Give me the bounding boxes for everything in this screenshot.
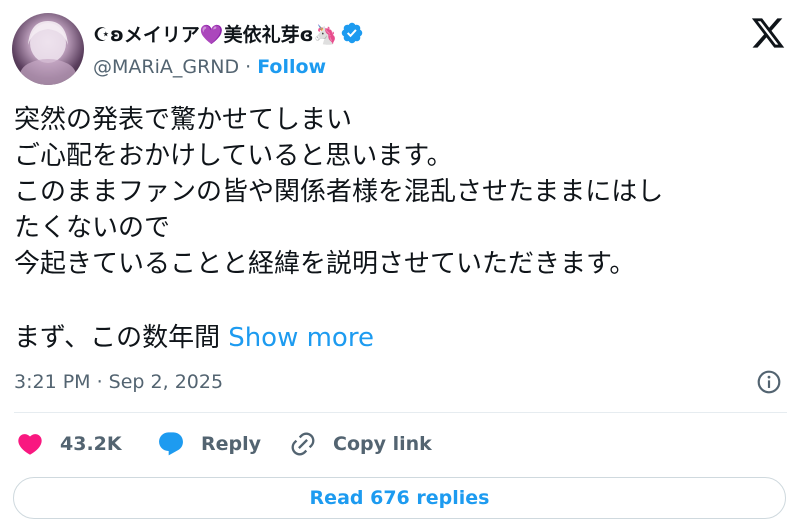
tweet-text: 突然の発表で驚かせてしまい ご心配をおかけしていると思います。 このままファンの…	[14, 105, 664, 279]
author-handle[interactable]: @MARiA_GRND	[93, 56, 239, 78]
author-display-name[interactable]: ☪ʚメイリア💜美依礼芽ɞ🦄	[93, 18, 364, 48]
read-replies-button[interactable]: Read 676 replies	[13, 477, 786, 519]
verified-badge-icon	[341, 22, 363, 44]
copy-link-label: Copy link	[333, 433, 432, 455]
avatar[interactable]	[12, 13, 84, 85]
show-more-link[interactable]: Show more	[228, 323, 374, 353]
heart-icon	[18, 434, 42, 455]
info-icon[interactable]	[756, 369, 782, 395]
x-logo-icon[interactable]	[750, 15, 786, 51]
link-icon	[291, 432, 315, 456]
copy-link-button[interactable]: Copy link	[289, 430, 432, 458]
handle-separator: ·	[245, 56, 252, 78]
tweet-timestamp[interactable]: 3:21 PM · Sep 2, 2025	[14, 368, 223, 396]
display-name-text[interactable]: ☪ʚメイリア💜美依礼芽ɞ🦄	[93, 20, 337, 47]
tweet-actions: 43.2K Reply Copy link	[16, 426, 432, 462]
reply-label: Reply	[201, 433, 262, 455]
like-count: 43.2K	[60, 433, 122, 455]
truncated-text: まず、この数年間	[14, 323, 221, 353]
divider	[14, 412, 787, 413]
like-button[interactable]: 43.2K	[16, 430, 157, 458]
follow-button[interactable]: Follow	[257, 56, 326, 78]
reply-bubble-icon	[159, 432, 183, 456]
reply-button[interactable]: Reply	[157, 430, 289, 458]
tweet-text-truncated-line: まず、この数年間 Show more	[14, 320, 374, 356]
author-handle-row: @MARiA_GRND · Follow	[93, 54, 326, 80]
